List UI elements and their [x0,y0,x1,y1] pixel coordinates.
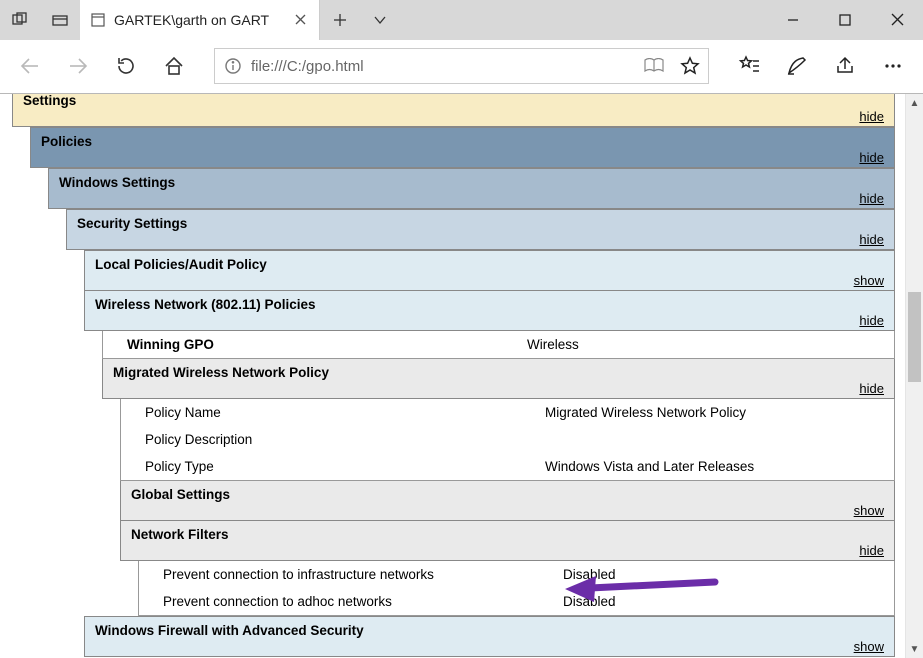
minimize-button[interactable] [767,0,819,40]
home-button[interactable] [152,44,196,88]
row-policy-description: Policy Description [120,426,895,453]
back-button[interactable] [8,44,52,88]
section-label: Wireless Network (802.11) Policies [95,297,316,312]
section-label: Migrated Wireless Network Policy [113,365,329,380]
toggle-hide[interactable]: hide [859,232,884,247]
toggle-hide[interactable]: hide [859,191,884,206]
refresh-button[interactable] [104,44,148,88]
section-label: Windows Firewall with Advanced Security [95,623,364,638]
close-tab-icon[interactable] [291,14,309,25]
favorite-star-icon[interactable] [672,56,708,76]
toggle-show[interactable]: show [854,273,884,288]
tab-bar: GARTEK\garth on GART [0,0,923,40]
row-label: Policy Name [145,405,545,420]
window-controls [767,0,923,40]
row-label: Winning GPO [127,337,527,352]
section-label: Network Filters [131,527,229,542]
gpo-report: Settings hide Policies hide Windows Sett… [0,94,905,658]
tab-chevron-down-icon[interactable] [360,0,400,40]
tabs-aside-icon[interactable] [0,0,40,40]
row-value: Windows Vista and Later Releases [545,459,884,474]
row-label: Policy Type [145,459,545,474]
section-settings[interactable]: Settings hide [12,94,895,127]
toggle-hide[interactable]: hide [859,150,884,165]
reading-view-icon[interactable] [636,58,672,74]
section-label: Policies [41,134,92,149]
section-windows-settings[interactable]: Windows Settings hide [48,168,895,209]
toggle-show[interactable]: show [854,503,884,518]
section-label: Settings [23,94,76,108]
toggle-hide[interactable]: hide [859,543,884,558]
row-value: Disabled [563,594,884,609]
section-windows-firewall[interactable]: Windows Firewall with Advanced Security … [84,616,895,657]
browser-chrome: GARTEK\garth on GART [0,0,923,94]
page-icon [90,12,106,28]
tab-title: GARTEK\garth on GART [114,12,283,28]
section-local-policies[interactable]: Local Policies/Audit Policy show [84,250,895,291]
section-network-filters[interactable]: Network Filters hide [120,521,895,561]
more-menu-icon[interactable] [871,44,915,88]
row-value: Disabled [563,567,884,582]
section-label: Security Settings [77,216,187,231]
scroll-up-icon[interactable]: ▲ [906,94,923,112]
close-window-button[interactable] [871,0,923,40]
share-icon[interactable] [823,44,867,88]
show-tabs-icon[interactable] [40,0,80,40]
row-policy-name: Policy Name Migrated Wireless Network Po… [120,399,895,426]
site-info-icon[interactable] [215,57,251,75]
new-tab-button[interactable] [320,0,360,40]
row-value: Migrated Wireless Network Policy [545,405,884,420]
toggle-hide[interactable]: hide [859,313,884,328]
row-winning-gpo: Winning GPO Wireless [102,331,895,359]
row-policy-type: Policy Type Windows Vista and Later Rele… [120,453,895,481]
section-global-settings[interactable]: Global Settings show [120,481,895,521]
forward-button[interactable] [56,44,100,88]
toggle-hide[interactable]: hide [859,109,884,124]
section-migrated-policy[interactable]: Migrated Wireless Network Policy hide [102,359,895,399]
favorites-list-icon[interactable] [727,44,771,88]
toggle-show[interactable]: show [854,639,884,654]
browser-tab[interactable]: GARTEK\garth on GART [80,0,320,40]
toolbar [0,40,923,93]
section-label: Windows Settings [59,175,175,190]
scroll-track[interactable] [906,112,923,640]
page-viewport: Settings hide Policies hide Windows Sett… [0,94,923,658]
maximize-button[interactable] [819,0,871,40]
row-label: Prevent connection to infrastructure net… [163,567,563,582]
scroll-down-icon[interactable]: ▼ [906,640,923,658]
notes-icon[interactable] [775,44,819,88]
section-label: Local Policies/Audit Policy [95,257,267,272]
row-label: Prevent connection to adhoc networks [163,594,563,609]
section-label: Global Settings [131,487,230,502]
vertical-scrollbar[interactable]: ▲ ▼ [905,94,923,658]
address-bar[interactable] [214,48,709,84]
row-value: Wireless [527,337,884,352]
row-label: Policy Description [145,432,545,447]
row-value [545,432,884,447]
row-filter-infrastructure: Prevent connection to infrastructure net… [138,561,895,588]
section-security-settings[interactable]: Security Settings hide [66,209,895,250]
section-wireless-policies[interactable]: Wireless Network (802.11) Policies hide [84,291,895,331]
row-filter-adhoc: Prevent connection to adhoc networks Dis… [138,588,895,616]
section-policies[interactable]: Policies hide [30,127,895,168]
scroll-thumb[interactable] [908,292,921,382]
url-input[interactable] [251,58,636,75]
toggle-hide[interactable]: hide [859,381,884,396]
